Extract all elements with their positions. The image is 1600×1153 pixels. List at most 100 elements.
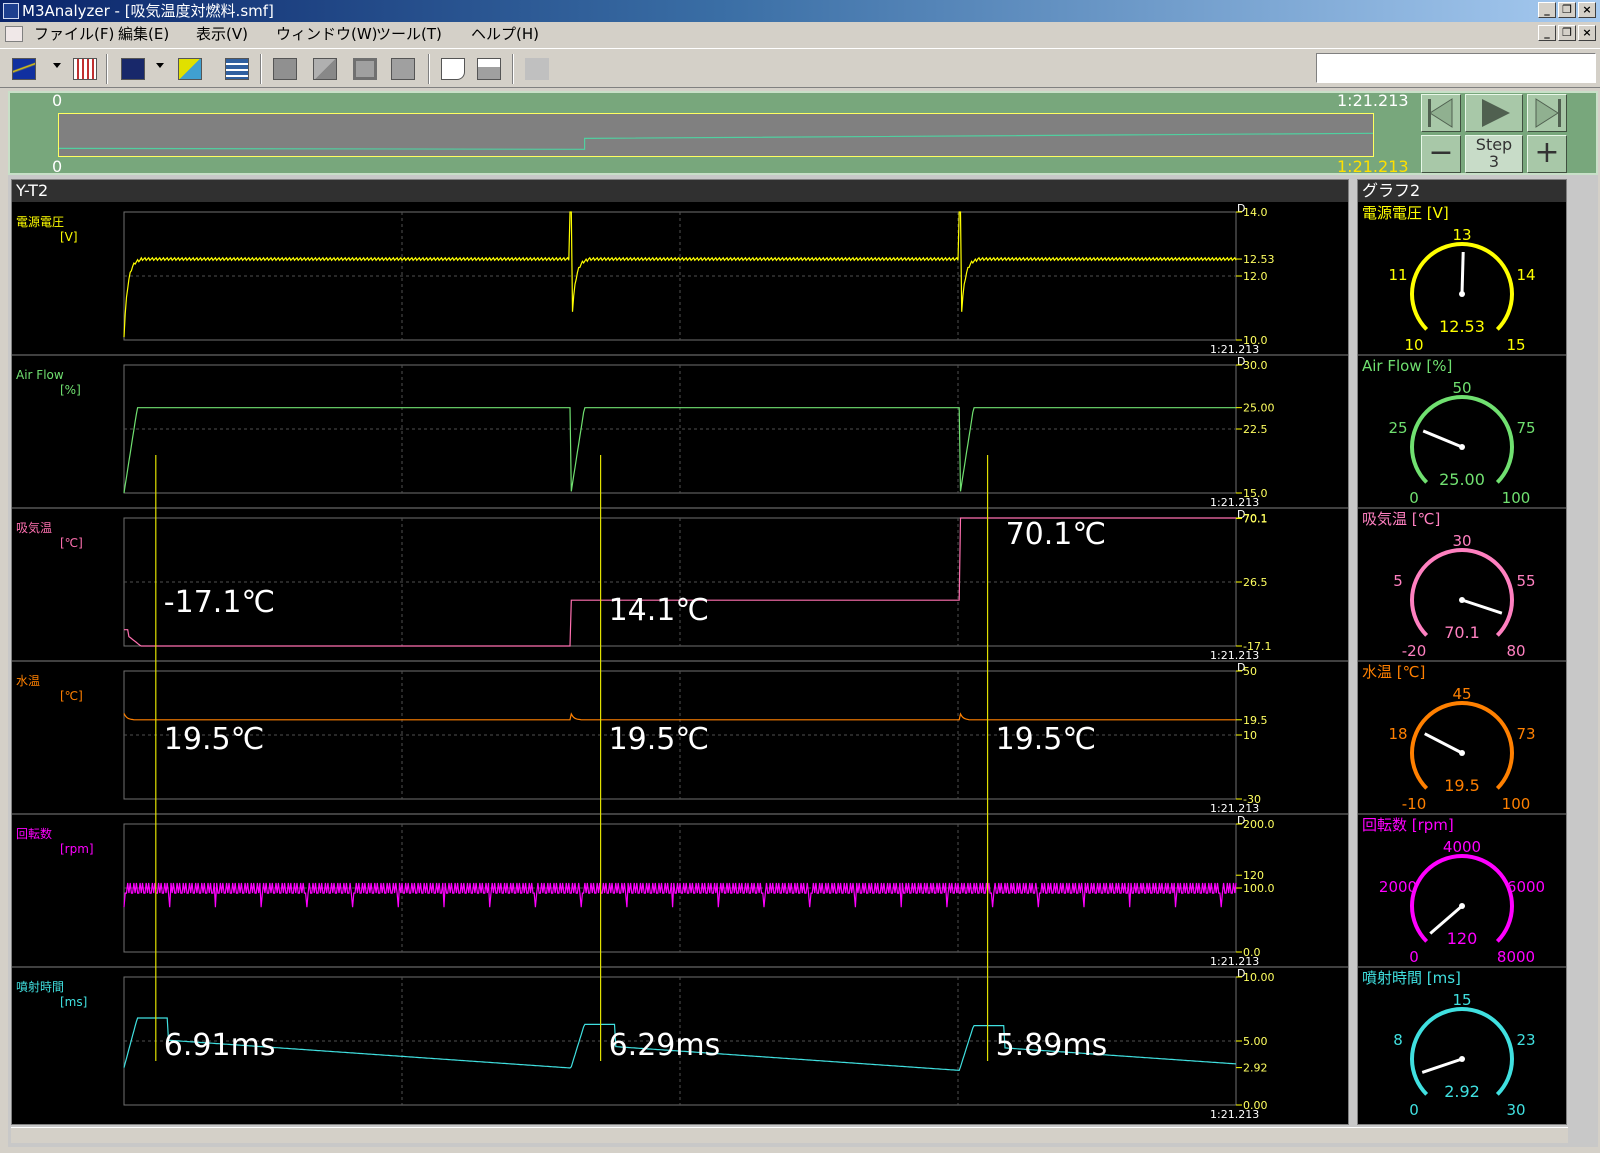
- tick-label: 10: [1243, 729, 1257, 742]
- channel-name: 吸気温: [16, 520, 52, 535]
- tick-label: 10.0: [1243, 334, 1268, 347]
- print-preview-icon[interactable]: [438, 55, 468, 83]
- menu-view[interactable]: 表示(V): [196, 22, 248, 46]
- gauge-scale-label: 25: [1388, 419, 1407, 437]
- step-label: Step: [1475, 135, 1513, 154]
- annotation-label: 19.5℃: [996, 722, 1096, 757]
- gauge-6: 噴射時間 [ms] 0 8 15 23 30 2.92: [1358, 966, 1566, 1119]
- channel-name: Air Flow: [16, 368, 64, 382]
- main-area: Y-T2 電源電圧 [V] D 1:21.213 14.0 12.53 12.0 10.0 Ai…: [8, 175, 1598, 1147]
- gauge-panel-title: グラフ2: [1358, 180, 1566, 202]
- step-back-button[interactable]: [1421, 94, 1461, 132]
- marker-icon[interactable]: [310, 55, 340, 83]
- document-icon[interactable]: [5, 26, 23, 42]
- channel-name: 回転数: [16, 826, 52, 841]
- annotation-label: 6.91ms: [164, 1028, 276, 1063]
- child-restore-button[interactable]: ❐: [1558, 25, 1576, 41]
- gauge-canvas: 電源電圧 [V]101113141512.53Air Flow [%]02550…: [1358, 204, 1566, 1119]
- child-close-button[interactable]: ×: [1578, 25, 1596, 41]
- tick-label: -17.1: [1243, 640, 1271, 653]
- tick-label: 200.0: [1243, 818, 1275, 831]
- gauge-scale-label: 50: [1452, 379, 1471, 397]
- tick-label: 70.1: [1243, 512, 1268, 525]
- yt-graph-icon[interactable]: [9, 55, 39, 83]
- channel-lane-5: 回転数[rpm]D1:21.213200.0120100.00.0: [12, 813, 1348, 968]
- menu-help[interactable]: ヘルプ(H): [471, 22, 539, 46]
- gauge-scale-label: -20: [1402, 642, 1427, 660]
- gauge-scale-label: 100: [1502, 489, 1531, 507]
- print-icon[interactable]: [474, 55, 504, 83]
- gauge-hub: [1459, 597, 1465, 603]
- gauge-label: 噴射時間 [ms]: [1362, 969, 1461, 987]
- yt-graph-window[interactable]: Y-T2 電源電圧 [V] D 1:21.213 14.0 12.53 12.0 10.0 Ai…: [11, 179, 1349, 1125]
- tick-label: -30: [1243, 793, 1261, 806]
- tick-label: 50: [1243, 665, 1257, 678]
- toolbar-text-field[interactable]: [1316, 53, 1596, 83]
- gauge-scale-label: 4000: [1443, 838, 1481, 856]
- gauge-label: 水温 [℃]: [1362, 663, 1425, 681]
- gauge-scale-label: 80: [1506, 642, 1525, 660]
- tick-label: 0.00: [1243, 1099, 1268, 1112]
- channel-unit: [rpm]: [60, 842, 94, 856]
- gauge-value: 25.00: [1439, 470, 1485, 489]
- gauge-scale-label: 15: [1452, 991, 1471, 1009]
- step-decrease-button[interactable]: −: [1421, 135, 1461, 173]
- gauge-value: 120: [1447, 929, 1478, 948]
- channel-unit: [ms]: [60, 995, 87, 1009]
- gauge-scale-label: 23: [1516, 1031, 1535, 1049]
- gauge-scale-label: 30: [1452, 532, 1471, 550]
- restore-button[interactable]: ❐: [1558, 2, 1576, 18]
- data-table-icon[interactable]: [222, 55, 252, 83]
- stop-icon[interactable]: [270, 55, 300, 83]
- gauge-scale-label: 75: [1516, 419, 1535, 437]
- menu-edit[interactable]: 編集(E): [118, 22, 169, 46]
- step-increase-button[interactable]: +: [1527, 135, 1567, 173]
- cursor-icon[interactable]: [175, 55, 205, 83]
- child-minimize-button[interactable]: _: [1538, 25, 1556, 41]
- menu-bar: ファイル(F) 編集(E) 表示(V) ウィンドウ(W) ツール(T) ヘルプ(…: [0, 22, 1600, 46]
- close-button[interactable]: ×: [1578, 2, 1596, 18]
- tick-label: 10.00: [1243, 971, 1275, 984]
- channel-unit: [V]: [60, 230, 78, 244]
- xy-graph-icon[interactable]: [118, 55, 148, 83]
- overview-track[interactable]: [58, 113, 1374, 157]
- tick-label: 26.5: [1243, 576, 1268, 589]
- gauge-scale-label: 100: [1502, 795, 1531, 813]
- gauge-scale-label: 0: [1409, 489, 1419, 507]
- tick-label: 30.0: [1243, 359, 1268, 372]
- gauge-scale-label: 6000: [1507, 878, 1545, 896]
- gauge-hub: [1459, 291, 1465, 297]
- yt-graph-title: Y-T2: [12, 180, 1348, 202]
- gauge-scale-label: 30: [1506, 1101, 1525, 1119]
- gauge-panel: グラフ2 電源電圧 [V] 10 11 13 14 15 12.53 Air Flow [%]…: [1357, 179, 1567, 1125]
- channel-lane-3: 吸気温[℃]D1:21.21370.170.126.5-17.1-17.1℃ 14…: [12, 507, 1348, 662]
- time-navigator: 0 1:21.213 0 1:21.213 − Step 3 +: [8, 91, 1598, 176]
- step-forward-button[interactable]: [1527, 94, 1567, 132]
- gauge-scale-label: 14: [1516, 266, 1535, 284]
- channel-unit: [℃]: [60, 536, 83, 550]
- gauge-hub: [1459, 1056, 1465, 1062]
- gauge-label: 吸気温 [℃]: [1362, 510, 1440, 528]
- yt-graph-canvas[interactable]: 電源電圧[V]D1:21.21314.012.5312.010.0Air Flo…: [12, 202, 1348, 1126]
- gauge-scale-label: 2000: [1379, 878, 1417, 896]
- annotation-label: 14.1℃: [609, 593, 710, 628]
- waveform-icon[interactable]: [70, 55, 100, 83]
- menu-tools[interactable]: ツール(T): [376, 22, 442, 46]
- tzo-icon[interactable]: [388, 55, 418, 83]
- menu-file[interactable]: ファイル(F): [34, 22, 114, 46]
- gauge-label: Air Flow [%]: [1362, 357, 1452, 375]
- play-icon[interactable]: [1465, 94, 1523, 132]
- nav-end-top: 1:21.213: [1337, 91, 1409, 110]
- frame-icon[interactable]: [350, 55, 380, 83]
- horizontal-scrollbar[interactable]: [11, 1127, 1568, 1143]
- menu-window[interactable]: ウィンドウ(W): [276, 22, 378, 46]
- annotation-label: 19.5℃: [609, 722, 710, 757]
- tick-label: 14.0: [1243, 206, 1268, 219]
- tick-label: 12.0: [1243, 270, 1268, 283]
- plugin-icon[interactable]: [522, 55, 552, 83]
- nav-end-bottom: 1:21.213: [1337, 157, 1409, 176]
- gauge-scale-label: 5: [1393, 572, 1403, 590]
- minimize-button[interactable]: _: [1538, 2, 1556, 18]
- gauge-value: 2.92: [1444, 1082, 1480, 1101]
- step-control: Step 3: [1465, 135, 1523, 173]
